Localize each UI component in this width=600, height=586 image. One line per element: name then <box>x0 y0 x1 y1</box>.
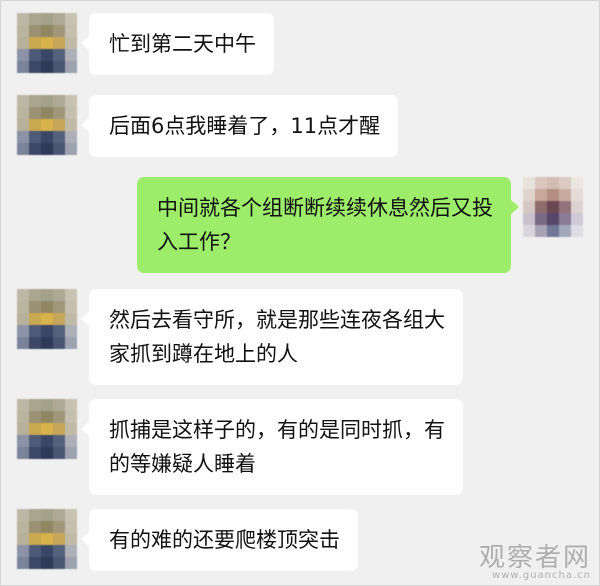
chat-window: 忙到第二天中午 后面6点我睡着了，11点才醒 中间就各个组断断续续休息然后又投 … <box>0 0 600 586</box>
watermark-name: 观察者网 <box>478 543 591 573</box>
message-bubble-outgoing[interactable]: 中间就各个组断断续续休息然后又投 入工作？ <box>137 177 519 273</box>
avatar-contact[interactable] <box>17 399 77 459</box>
avatar-contact[interactable] <box>17 289 77 349</box>
message-bubble-incoming[interactable]: 后面6点我睡着了，11点才醒 <box>80 95 399 157</box>
chat-message-incoming: 抓捕是这样子的，有的是同时抓，有 的等嫌疑人睡着 <box>17 399 463 495</box>
chat-message-incoming: 然后去看守所，就是那些连夜各组大 家抓到蹲在地上的人 <box>17 289 463 385</box>
avatar-self[interactable] <box>523 177 583 237</box>
avatar-contact[interactable] <box>17 509 77 569</box>
message-bubble-incoming[interactable]: 有的难的还要爬楼顶突击 <box>81 509 358 571</box>
chat-message-incoming: 忙到第二天中午 <box>17 13 274 75</box>
avatar-contact[interactable] <box>17 95 77 155</box>
site-watermark: 观察者网 www.guancha.cn <box>479 545 591 581</box>
watermark-url: www.guancha.cn <box>492 570 591 581</box>
avatar-contact[interactable] <box>17 13 77 73</box>
chat-message-outgoing: 中间就各个组断断续续休息然后又投 入工作？ <box>137 177 583 273</box>
chat-message-incoming: 后面6点我睡着了，11点才醒 <box>17 95 399 157</box>
chat-message-incoming: 有的难的还要爬楼顶突击 <box>17 509 358 571</box>
message-bubble-incoming[interactable]: 然后去看守所，就是那些连夜各组大 家抓到蹲在地上的人 <box>81 289 463 385</box>
message-bubble-incoming[interactable]: 忙到第二天中午 <box>81 13 274 75</box>
message-bubble-incoming[interactable]: 抓捕是这样子的，有的是同时抓，有 的等嫌疑人睡着 <box>81 399 463 495</box>
